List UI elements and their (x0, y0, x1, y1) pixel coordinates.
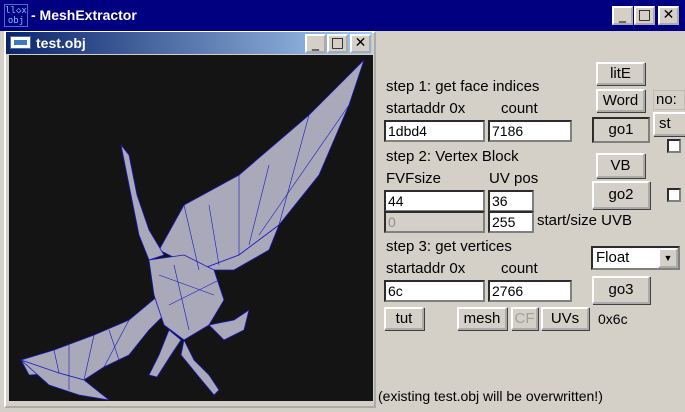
status-message: (existing test.obj will be overwritten!) (378, 386, 676, 406)
uvb-start-input: 0 (384, 211, 485, 233)
mesh-viewport[interactable] (9, 55, 373, 401)
maximize-icon: □ (637, 7, 652, 23)
app-icon: ll◇x obj (4, 4, 28, 27)
word-button[interactable]: Word (596, 89, 645, 112)
uvs-button[interactable]: UVs (541, 307, 589, 330)
go1-button[interactable]: go1 (592, 117, 650, 143)
option-checkbox-1[interactable] (667, 139, 681, 153)
step2-uvpos-label: UV pos (489, 170, 539, 187)
maximize-button[interactable]: □ (634, 6, 655, 25)
fvfsize-input[interactable]: 44 (384, 190, 485, 212)
step1-startaddr-label: startaddr 0x (386, 100, 466, 117)
minimize-icon: _ (619, 7, 626, 23)
close-icon: ✕ (662, 7, 675, 23)
mesh-button[interactable]: mesh (457, 307, 507, 330)
dropdown-arrow-glyph: ▼ (663, 253, 673, 263)
dragon-mesh-render (20, 59, 365, 401)
step1-count-input[interactable]: 7186 (488, 120, 572, 142)
step1-heading: step 1: get face indices (386, 78, 540, 95)
partial-st-button[interactable]: st (653, 112, 685, 136)
minimize-icon: _ (312, 35, 319, 51)
step3-startaddr-label: startaddr 0x (386, 260, 466, 277)
window-title: - MeshExtractor (31, 7, 137, 23)
step3-count-label: count (501, 260, 538, 277)
child-minimize-button[interactable]: _ (305, 34, 326, 53)
document-icon (10, 36, 31, 49)
child-maximize-button[interactable]: □ (327, 34, 348, 53)
step1-count-label: count (501, 100, 538, 117)
uvb-size-input[interactable]: 255 (488, 211, 534, 233)
app-icon-text-bottom: obj (7, 16, 25, 26)
maximize-icon: □ (330, 35, 345, 51)
go3-button[interactable]: go3 (592, 276, 650, 304)
tut-button[interactable]: tut (384, 307, 424, 330)
close-button[interactable]: ✕ (658, 6, 679, 25)
step3-heading: step 3: get vertices (386, 238, 512, 255)
child-close-button[interactable]: ✕ (350, 34, 371, 53)
step1-startaddr-input[interactable]: 1dbd4 (384, 120, 485, 142)
uvpos-input[interactable]: 36 (488, 190, 534, 212)
offset-readout: 0x6c (594, 309, 642, 329)
step2-heading: step 2: Vertex Block (386, 148, 519, 165)
go2-button[interactable]: go2 (592, 181, 650, 209)
vertex-format-value: Float (596, 249, 630, 266)
step2-fvfsize-label: FVFsize (386, 170, 442, 187)
step3-startaddr-input[interactable]: 6c (384, 280, 485, 302)
cf-button: CF (511, 307, 538, 330)
app-icon-text-top: ll◇x (5, 6, 27, 16)
minimize-button[interactable]: _ (612, 6, 633, 25)
partial-no-label: no: (653, 90, 685, 110)
step3-count-input[interactable]: 2766 (488, 280, 572, 302)
lite-button[interactable]: litE (596, 62, 645, 85)
vb-button[interactable]: VB (596, 153, 645, 178)
chevron-down-icon[interactable]: ▼ (658, 248, 678, 268)
child-window-title: test.obj (36, 35, 86, 51)
start-size-uvb-label: start/size UVB (536, 212, 656, 232)
option-checkbox-2[interactable] (667, 188, 681, 202)
close-icon: ✕ (354, 35, 367, 51)
